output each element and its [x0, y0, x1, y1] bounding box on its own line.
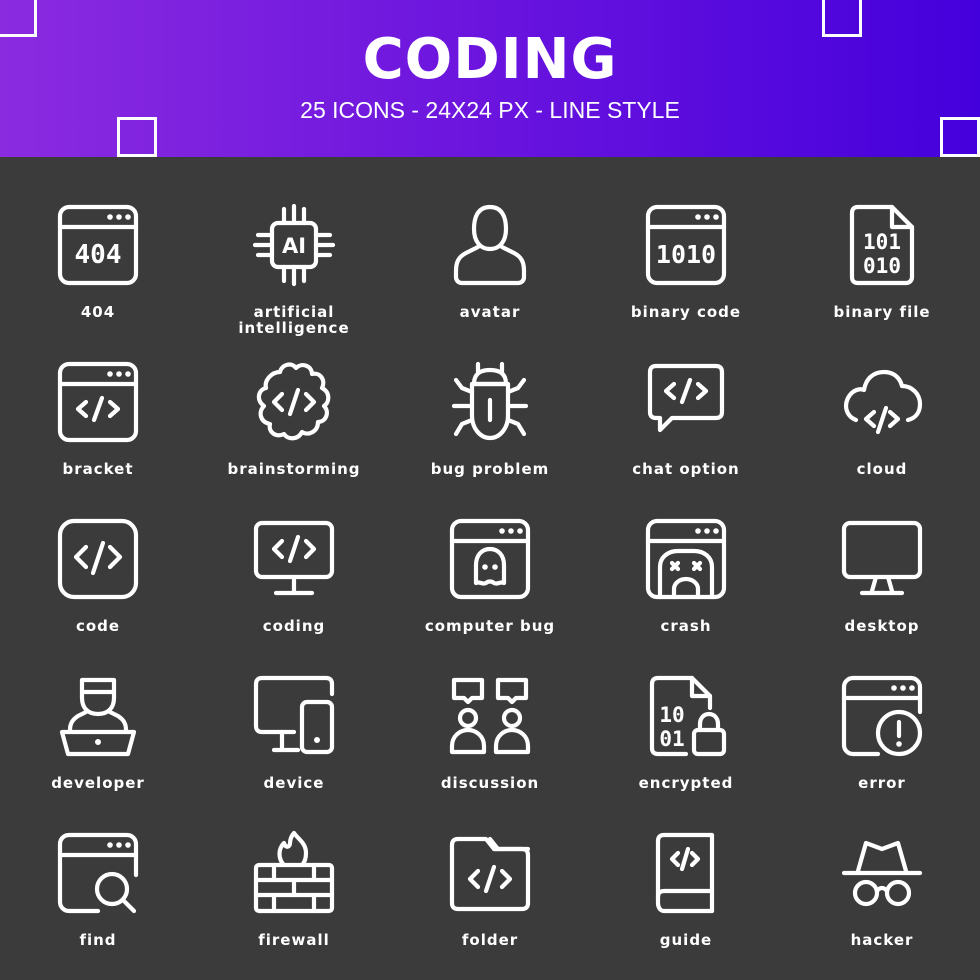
icon-cell-encrypted: 10 01 encrypted: [588, 628, 784, 791]
binary-code-window-icon: 1010: [645, 204, 727, 286]
icon-cell-chat-option: chat option: [588, 314, 784, 477]
icon-cell-guide: guide: [588, 785, 784, 948]
page-subtitle: 25 ICONS - 24X24 PX - LINE STYLE: [300, 97, 680, 123]
icon-cell-bracket: bracket: [0, 314, 196, 477]
firewall-icon: [253, 830, 335, 914]
icon-cell-developer: developer: [0, 628, 196, 791]
icon-label: hacker: [850, 931, 914, 949]
icon-cell-find: find: [0, 785, 196, 948]
icon-label: guide: [659, 931, 713, 949]
icon-cell-code: code: [0, 471, 196, 634]
icon-cell-discussion: discussion: [392, 628, 588, 791]
desktop-monitor-icon: [841, 520, 923, 596]
monitor-code-icon: [253, 520, 335, 596]
icon-cell-folder: folder: [392, 785, 588, 948]
icon-cell-brainstorming: brainstorming: [196, 314, 392, 477]
icon-cell-coding: coding: [196, 471, 392, 634]
icon-label: find: [79, 931, 117, 949]
404-window-icon: 404: [57, 204, 139, 286]
bug-icon: [451, 361, 529, 441]
icon-cell-device: device: [196, 628, 392, 791]
icon-cell-crash: crash: [588, 471, 784, 634]
icon-grid: 404 404 AI artificial intelligence avatar…: [0, 157, 980, 980]
icon-cell-avatar: avatar: [392, 157, 588, 320]
brain-code-icon: [256, 362, 331, 441]
hacker-hat-icon: [841, 840, 923, 907]
error-window-icon: [841, 675, 923, 757]
code-square-icon: [57, 518, 139, 600]
icon-cell-error: error: [784, 628, 980, 791]
icon-cell-cloud: cloud: [784, 314, 980, 477]
binary-text: 01: [659, 727, 684, 751]
page-title: CODING: [362, 27, 618, 92]
avatar-icon: [453, 204, 527, 286]
monitor-tablet-icon: [253, 675, 335, 755]
cloud-code-icon: [844, 369, 923, 435]
crash-window-icon: [645, 518, 727, 600]
binary-text: 010: [863, 254, 901, 278]
icon-label: folder: [461, 931, 519, 949]
icon-cell-firewall: firewall: [196, 785, 392, 948]
binary-file-icon: 101 010: [849, 204, 915, 286]
banner-header: CODING 25 ICONS - 24X24 PX - LINE STYLE: [0, 0, 980, 157]
icon-cell-binary-code: 1010 binary code: [588, 157, 784, 320]
404-text: 404: [75, 240, 122, 270]
code-book-icon: [655, 832, 715, 914]
icon-cell-binary-file: 101 010 binary file: [784, 157, 980, 320]
ai-chip-icon: AI: [252, 203, 336, 287]
icon-cell-404: 404 404: [0, 157, 196, 320]
bracket-window-icon: [57, 361, 139, 443]
icon-cell-bug-problem: bug problem: [392, 314, 588, 477]
icon-label: firewall: [258, 931, 330, 949]
icon-cell-artificial-intelligence: AI artificial intelligence: [196, 157, 392, 336]
ghost-window-icon: [449, 518, 531, 600]
icon-cell-hacker: hacker: [784, 785, 980, 948]
chat-code-icon: [647, 363, 725, 433]
icon-cell-desktop: desktop: [784, 471, 980, 634]
binary-text: 101: [863, 230, 901, 254]
find-window-icon: [57, 832, 139, 914]
discussion-people-icon: [449, 677, 531, 755]
ai-text: AI: [282, 234, 306, 258]
code-folder-icon: [449, 836, 531, 912]
encrypted-file-icon: 10 01: [649, 675, 727, 757]
binary-text: 1010: [656, 240, 716, 269]
icon-cell-computer-bug: computer bug: [392, 471, 588, 634]
developer-laptop-icon: [59, 677, 137, 757]
binary-text: 10: [659, 703, 684, 727]
